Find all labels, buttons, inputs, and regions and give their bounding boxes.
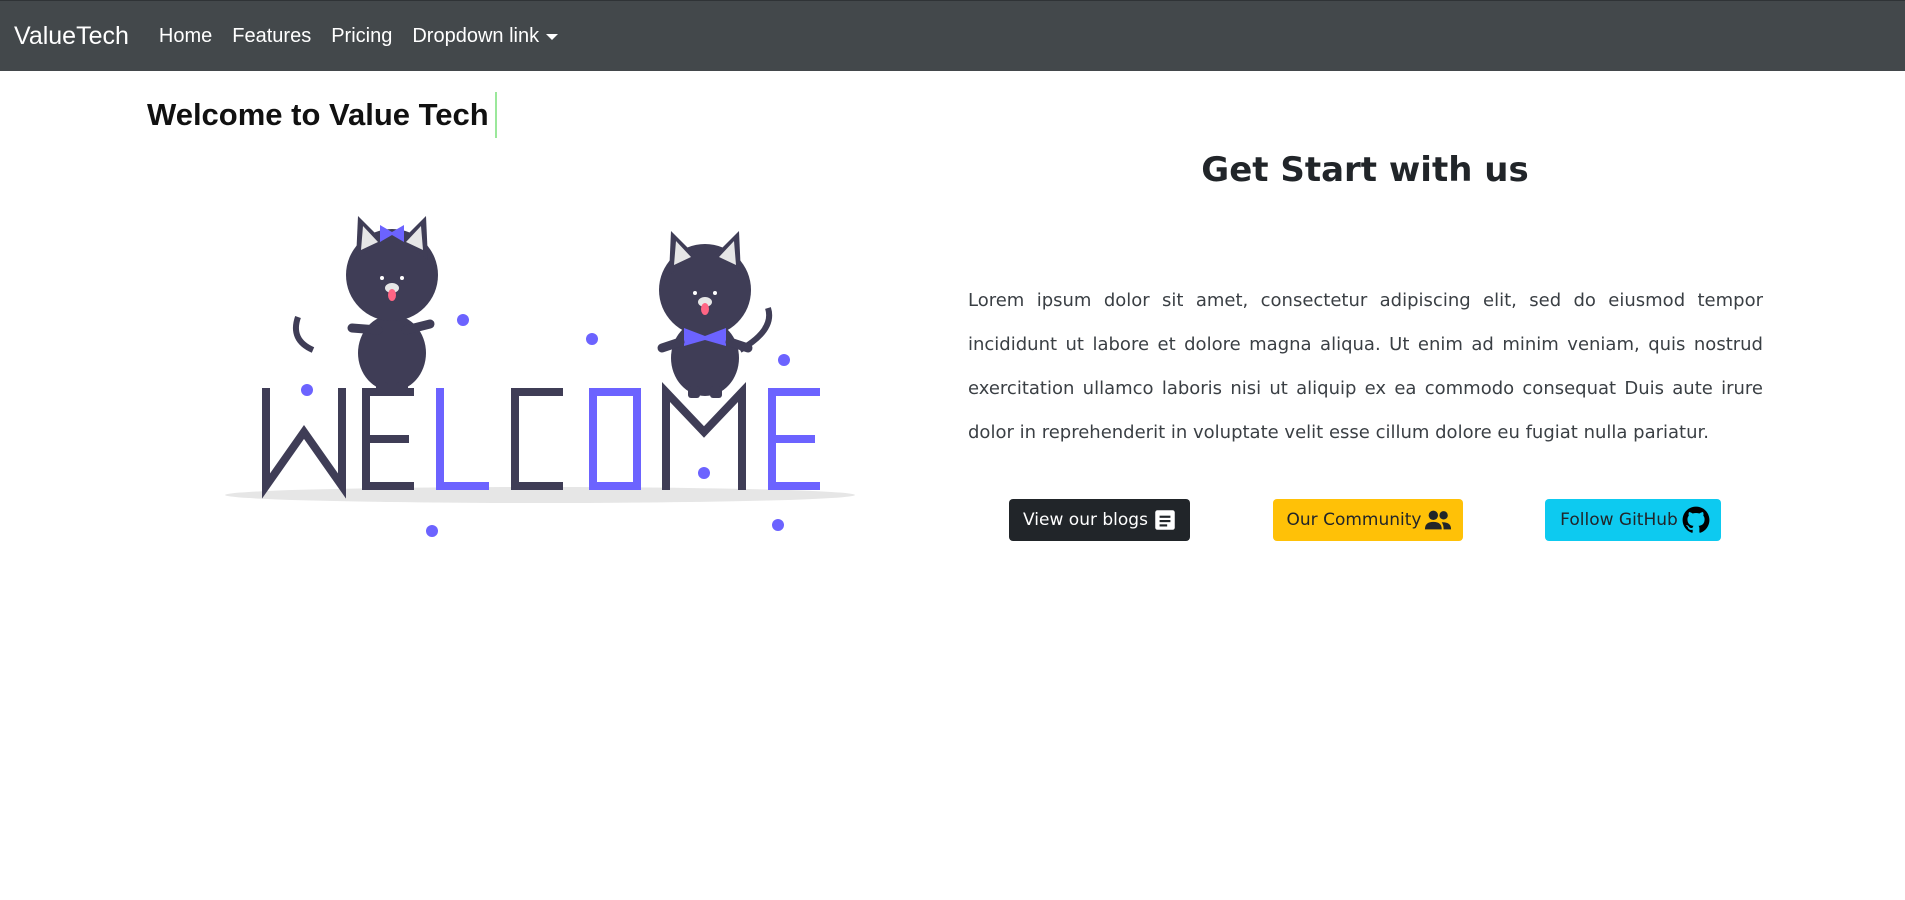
our-community-button[interactable]: Our Community (1273, 499, 1463, 541)
nav-features[interactable]: Features (232, 25, 311, 48)
github-icon (1682, 506, 1710, 534)
caret-down-icon (546, 34, 559, 40)
document-icon (1151, 506, 1179, 534)
dot (457, 314, 469, 326)
intro-paragraph: Lorem ipsum dolor sit amet, consectetur … (968, 290, 1763, 443)
letter-l (436, 388, 489, 490)
dot (698, 467, 710, 479)
nav-dropdown-label: Dropdown link (412, 24, 540, 47)
dot (426, 525, 438, 537)
nav-pricing[interactable]: Pricing (331, 25, 392, 48)
letter-o (589, 388, 641, 490)
dot (778, 354, 790, 366)
left-cat (292, 216, 438, 394)
letter-e2 (768, 388, 820, 490)
our-community-label: Our Community (1286, 510, 1422, 530)
get-started-title: Get Start with us (1201, 150, 1529, 190)
view-blogs-button[interactable]: View our blogs (1009, 499, 1190, 541)
dot (586, 333, 598, 345)
top-navbar: ValueTech Home Features Pricing Dropdown… (0, 0, 1905, 71)
follow-github-label: Follow GitHub (1560, 510, 1678, 530)
dot (301, 384, 313, 396)
letter-c (511, 388, 563, 490)
letter-e (362, 388, 414, 490)
view-blogs-label: View our blogs (1023, 510, 1148, 530)
follow-github-button[interactable]: Follow GitHub (1545, 499, 1721, 541)
nav-home[interactable]: Home (159, 25, 212, 48)
brand-logo[interactable]: ValueTech (14, 22, 129, 51)
right-cat (657, 231, 773, 398)
dot (772, 519, 784, 531)
welcome-heading: Welcome to Value Tech (147, 92, 497, 138)
typing-cursor (494, 92, 497, 138)
letter-w (262, 388, 346, 499)
welcome-heading-text: Welcome to Value Tech (147, 97, 489, 132)
welcome-cats-illustration (225, 216, 855, 537)
nav-dropdown[interactable]: Dropdown link (412, 24, 559, 48)
people-icon (1424, 506, 1452, 534)
